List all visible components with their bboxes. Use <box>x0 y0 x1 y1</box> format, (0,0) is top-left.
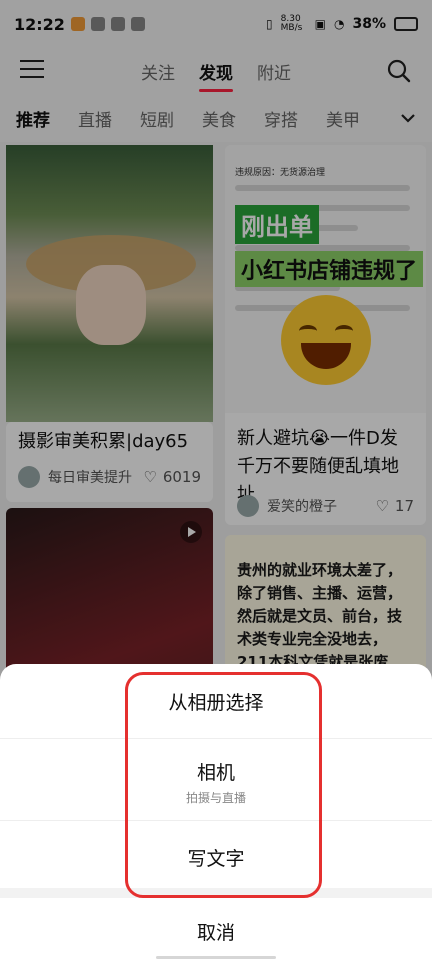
highlight-box <box>125 672 322 898</box>
home-indicator[interactable] <box>156 956 276 959</box>
cancel-button[interactable]: 取消 <box>0 898 432 964</box>
